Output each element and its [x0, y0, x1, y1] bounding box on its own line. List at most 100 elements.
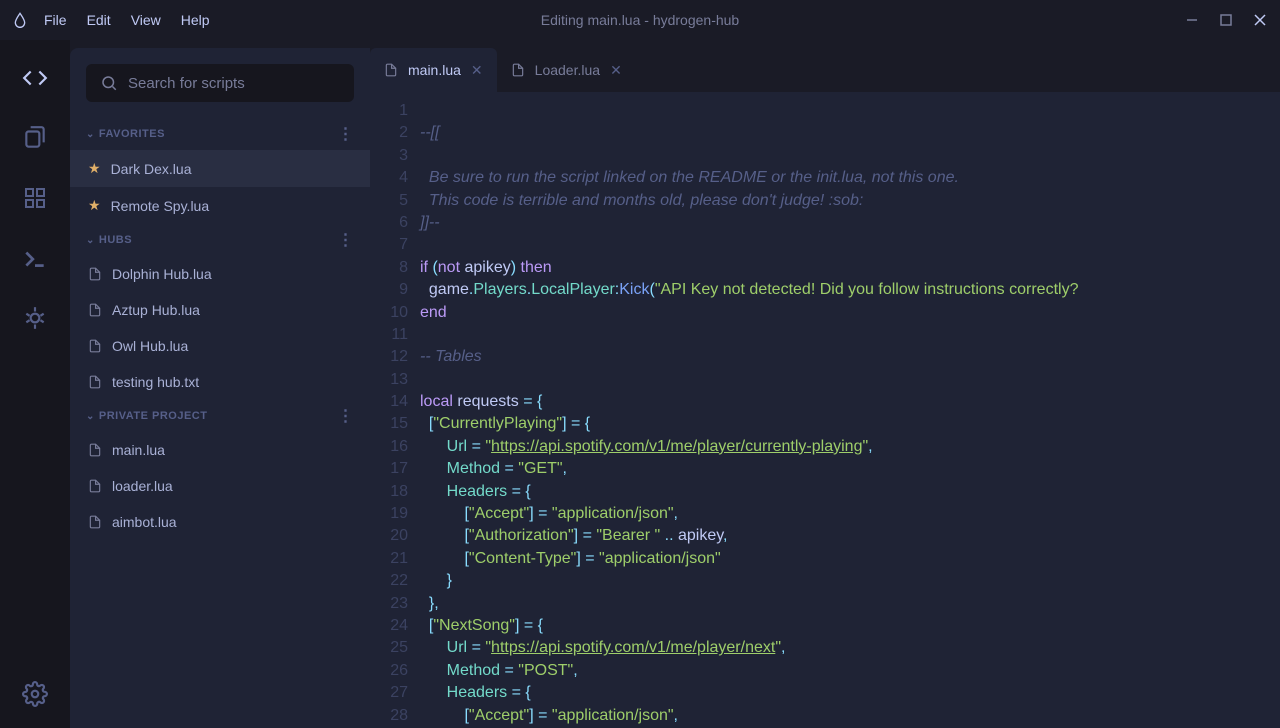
section-more-icon[interactable]: ⋮	[338, 406, 355, 426]
line-number: 13	[370, 369, 408, 391]
star-icon: ★	[88, 160, 101, 177]
file-name: Dolphin Hub.lua	[112, 266, 212, 282]
search-box[interactable]	[86, 64, 354, 102]
code-line[interactable]: Method = "POST",	[420, 660, 1280, 682]
code-line[interactable]: ]]--	[420, 212, 1280, 234]
section-header-hubs[interactable]: ⌄HUBS⋮	[70, 224, 370, 256]
window-controls	[1184, 12, 1268, 28]
line-number: 26	[370, 660, 408, 682]
code-line[interactable]: local requests = {	[420, 391, 1280, 413]
code-line[interactable]	[420, 234, 1280, 256]
code-line[interactable]: Url = "https://api.spotify.com/v1/me/pla…	[420, 436, 1280, 458]
line-number: 18	[370, 481, 408, 503]
file-name: aimbot.lua	[112, 514, 177, 530]
file-item[interactable]: aimbot.lua	[70, 504, 370, 540]
code-line[interactable]: This code is terrible and months old, pl…	[420, 190, 1280, 212]
activity-extensions-icon[interactable]	[21, 184, 49, 212]
line-number: 12	[370, 346, 408, 368]
line-number: 21	[370, 548, 408, 570]
activity-debug-icon[interactable]	[21, 304, 49, 332]
menu-bar: File Edit View Help	[44, 12, 210, 28]
line-number: 17	[370, 458, 408, 480]
code-line[interactable]: if (not apikey) then	[420, 257, 1280, 279]
file-item[interactable]: ★Remote Spy.lua	[70, 187, 370, 224]
line-number: 9	[370, 279, 408, 301]
section-header-favorites[interactable]: ⌄FAVORITES⋮	[70, 118, 370, 150]
section-more-icon[interactable]: ⋮	[338, 230, 355, 250]
code-line[interactable]: game.Players.LocalPlayer:Kick("API Key n…	[420, 279, 1280, 301]
file-item[interactable]: loader.lua	[70, 468, 370, 504]
menu-help[interactable]: Help	[181, 12, 210, 28]
chevron-down-icon: ⌄	[86, 411, 95, 422]
file-item[interactable]: Owl Hub.lua	[70, 328, 370, 364]
tab-label: Loader.lua	[535, 62, 600, 78]
code-editor[interactable]: 1234567891011121314151617181920212223242…	[370, 92, 1280, 728]
titlebar: FileEditViewHelp Editing main.lua - hydr…	[0, 0, 1280, 40]
file-name: testing hub.txt	[112, 374, 199, 390]
app-logo-icon	[12, 12, 28, 28]
file-item[interactable]: main.lua	[70, 432, 370, 468]
code-line[interactable]: Headers = {	[420, 481, 1280, 503]
code-line[interactable]	[420, 145, 1280, 167]
file-item[interactable]: Aztup Hub.lua	[70, 292, 370, 328]
line-number: 25	[370, 637, 408, 659]
code-line[interactable]: ["CurrentlyPlaying"] = {	[420, 413, 1280, 435]
file-item[interactable]: ★ Dark Dex.lua	[70, 150, 370, 187]
code-line[interactable]	[420, 324, 1280, 346]
section-label: PRIVATE PROJECT	[99, 410, 208, 422]
close-button[interactable]	[1252, 12, 1268, 28]
code-line[interactable]: --[[	[420, 122, 1280, 144]
activity-bar	[0, 40, 70, 728]
activity-files-icon[interactable]	[21, 124, 49, 152]
file-item[interactable]: Dolphin Hub.lua	[70, 256, 370, 292]
sidebar: ⌄FAVORITES⋮ ★ Dark Dex.lua ★Remote Spy.lua ⌄…	[70, 48, 370, 728]
line-number: 2	[370, 122, 408, 144]
line-number: 20	[370, 525, 408, 547]
code-line[interactable]: Url = "https://api.spotify.com/v1/me/pla…	[420, 637, 1280, 659]
code-line[interactable]: Be sure to run the script linked on the …	[420, 167, 1280, 189]
activity-terminal-icon[interactable]	[21, 244, 49, 272]
line-number: 5	[370, 190, 408, 212]
code-line[interactable]: }	[420, 570, 1280, 592]
code-line[interactable]: ["Authorization"] = "Bearer " .. apikey,	[420, 525, 1280, 547]
section-header-private[interactable]: ⌄ PRIVATE PROJECT ⋮	[70, 400, 370, 432]
code-line[interactable]: ["NextSong"] = {	[420, 615, 1280, 637]
code-line[interactable]: -- Tables	[420, 346, 1280, 368]
line-number: 3	[370, 145, 408, 167]
tab-close-icon[interactable]: ✕	[471, 62, 483, 79]
tab-close-icon[interactable]: ✕	[610, 62, 622, 79]
tabs: main.lua✕ Loader.lua ✕	[370, 48, 1280, 92]
line-number: 24	[370, 615, 408, 637]
code-line[interactable]	[420, 100, 1280, 122]
minimize-button[interactable]	[1184, 12, 1200, 28]
code-line[interactable]: Headers = {	[420, 682, 1280, 704]
code-line[interactable]: ["Content-Type"] = "application/json"	[420, 548, 1280, 570]
file-name: Aztup Hub.lua	[112, 302, 200, 318]
code-line[interactable]: end	[420, 302, 1280, 324]
menu-edit[interactable]: Edit	[87, 12, 111, 28]
file-item[interactable]: testing hub.txt	[70, 364, 370, 400]
tab[interactable]: main.lua✕	[370, 48, 497, 92]
code-line[interactable]: ["Accept"] = "application/json",	[420, 503, 1280, 525]
code-line[interactable]: Method = "GET",	[420, 458, 1280, 480]
code-line[interactable]: },	[420, 593, 1280, 615]
code-line[interactable]: ["Accept"] = "application/json",	[420, 705, 1280, 727]
activity-code-icon[interactable]	[21, 64, 49, 92]
maximize-button[interactable]	[1218, 12, 1234, 28]
file-name: Dark Dex.lua	[111, 161, 192, 177]
line-number: 23	[370, 593, 408, 615]
section-more-icon[interactable]: ⋮	[338, 124, 355, 144]
line-number: 6	[370, 212, 408, 234]
line-number: 28	[370, 705, 408, 727]
line-number: 11	[370, 324, 408, 346]
menu-view[interactable]: View	[131, 12, 161, 28]
code-content[interactable]: --[[ Be sure to run the script linked on…	[420, 92, 1280, 728]
menu-file[interactable]: File	[44, 12, 67, 28]
section-label: HUBS	[99, 234, 132, 246]
search-input[interactable]	[128, 75, 340, 92]
activity-settings-icon[interactable]	[21, 680, 49, 708]
code-line[interactable]	[420, 369, 1280, 391]
tab[interactable]: Loader.lua ✕	[497, 48, 636, 92]
line-number: 1	[370, 100, 408, 122]
line-number: 10	[370, 302, 408, 324]
